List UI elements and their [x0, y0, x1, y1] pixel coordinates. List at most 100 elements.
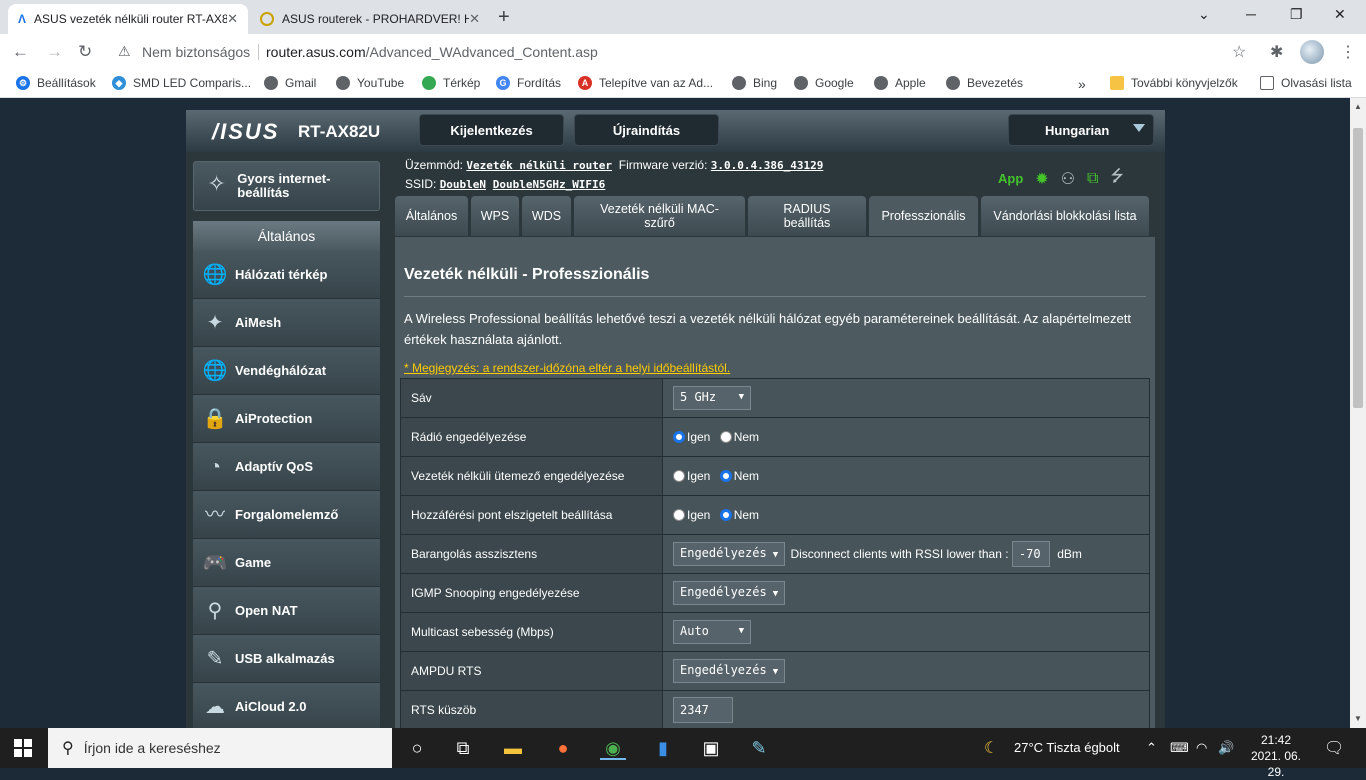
- clients-icon[interactable]: ⚇: [1061, 169, 1075, 189]
- back-icon[interactable]: ←: [12, 42, 29, 62]
- forward-icon[interactable]: →: [46, 42, 63, 62]
- scheduler-yes[interactable]: [673, 470, 685, 483]
- roaming-assistant-select[interactable]: Engedélyezés ▼: [673, 542, 786, 566]
- sidebar-item-aimesh[interactable]: ✦ AiMesh: [193, 299, 380, 347]
- weather-moon-icon[interactable]: ☾: [984, 738, 998, 758]
- firefox-icon[interactable]: ●: [550, 736, 576, 760]
- browser-tab-prohardver[interactable]: ASUS routerek - PROHARDVER! Hozzászóláso…: [250, 4, 490, 34]
- sidebar-item-game[interactable]: 🎮 Game: [193, 539, 380, 587]
- window-close-icon[interactable]: ✕: [1334, 6, 1346, 23]
- other-bookmarks[interactable]: További könyvjelzők: [1110, 76, 1238, 90]
- profile-dropdown-icon[interactable]: ⌄: [1198, 6, 1210, 23]
- sidebar-item-guest-network[interactable]: 🌐 Vendéghálózat: [193, 347, 380, 395]
- tab-general[interactable]: Általános: [395, 196, 468, 236]
- volume-icon[interactable]: 🔊: [1218, 740, 1234, 756]
- ssid-24-link[interactable]: DoubleN: [440, 178, 486, 191]
- igmp-snooping-select[interactable]: Engedélyezés ▼: [673, 581, 786, 605]
- wifi-icon[interactable]: ◠: [1196, 740, 1207, 756]
- tab-radius[interactable]: RADIUS beállítás: [748, 196, 866, 236]
- sidebar-item-network-map[interactable]: 🌐 Hálózati térkép: [193, 251, 380, 299]
- rts-threshold-input[interactable]: 2347: [673, 697, 733, 723]
- quick-internet-setup-button[interactable]: ✧ Gyors internet-beállítás: [193, 161, 380, 211]
- bookmark-beallitasok[interactable]: ⚙ Beállítások: [16, 76, 96, 90]
- warning-icon[interactable]: ⚠: [118, 43, 131, 60]
- tab-professional[interactable]: Professzionális: [869, 196, 978, 236]
- sidebar-item-aicloud[interactable]: ☁ AiCloud 2.0: [193, 683, 380, 728]
- bookmark-forditas[interactable]: G Fordítás: [496, 76, 561, 90]
- band-select[interactable]: 5 GHz ▼: [673, 386, 751, 410]
- scroll-down-icon[interactable]: ▼: [1354, 714, 1362, 723]
- sidebar-item-open-nat[interactable]: ⚲ Open NAT: [193, 587, 380, 635]
- bookmark-bing[interactable]: Bing: [732, 76, 777, 90]
- windows-start-icon[interactable]: [14, 739, 32, 757]
- tab-wds[interactable]: WDS: [522, 196, 571, 236]
- app-link[interactable]: App: [998, 171, 1023, 186]
- app-icon[interactable]: ▣: [698, 736, 724, 760]
- bookmark-adblock[interactable]: A Telepítve van az Ad...: [578, 76, 713, 90]
- close-icon[interactable]: ✕: [227, 11, 238, 27]
- bookmarks-more-button[interactable]: »: [1078, 76, 1086, 92]
- radio-enable-yes[interactable]: [673, 431, 685, 444]
- profile-avatar[interactable]: [1300, 40, 1324, 64]
- minimize-icon[interactable]: ─: [1246, 6, 1256, 22]
- scroll-thumb[interactable]: [1353, 128, 1363, 408]
- ap-isolation-no[interactable]: [719, 509, 732, 522]
- page-scrollbar[interactable]: ▲ ▼: [1350, 98, 1366, 728]
- timezone-note-link[interactable]: * Megjegyzés: a rendszer-időzóna eltér a…: [404, 361, 730, 375]
- bookmark-gmail[interactable]: Gmail: [264, 76, 316, 90]
- language-select[interactable]: Hungarian: [1008, 114, 1154, 146]
- reload-icon[interactable]: ↻: [78, 42, 92, 62]
- weather-text[interactable]: 27°C Tiszta égbolt: [1014, 740, 1120, 755]
- browser-tab-asus[interactable]: Λ ASUS vezeték nélküli router RT-AX82U -…: [8, 4, 248, 34]
- logout-button[interactable]: Kijelentkezés: [419, 114, 564, 146]
- phone-app-icon[interactable]: ▮: [650, 736, 676, 760]
- ssid-5-link[interactable]: DoubleN5GHz_WIFI6: [493, 178, 606, 191]
- taskbar-search[interactable]: ⚲ Írjon ide a kereséshez: [48, 728, 392, 768]
- file-explorer-icon[interactable]: ▬: [500, 736, 526, 760]
- bookmark-youtube[interactable]: YouTube: [336, 76, 404, 90]
- star-icon[interactable]: ☆: [1232, 42, 1246, 62]
- multicast-rate-select[interactable]: Auto ▼: [673, 620, 751, 644]
- sidebar-item-traffic-analyzer[interactable]: 〰 Forgalomelemző: [193, 491, 380, 539]
- bookmark-smd[interactable]: ◆ SMD LED Comparis...: [112, 76, 251, 90]
- ap-isolation-yes[interactable]: [673, 509, 685, 522]
- url-field[interactable]: router.asus.com/Advanced_WAdvanced_Conte…: [266, 44, 598, 60]
- cortana-icon[interactable]: ○: [404, 736, 430, 760]
- taskbar-clock[interactable]: 21:42 2021. 06. 29.: [1246, 732, 1306, 780]
- network-icon[interactable]: ⌨: [1170, 740, 1189, 756]
- maximize-icon[interactable]: ❐: [1290, 6, 1303, 23]
- mode-link[interactable]: Vezeték nélküli router: [466, 159, 612, 172]
- scheduler-no[interactable]: [719, 470, 732, 483]
- network-status-icon[interactable]: ⧉: [1087, 170, 1098, 188]
- bookmark-apple[interactable]: Apple: [874, 76, 926, 90]
- ampdu-rts-select[interactable]: Engedélyezés ▼: [673, 659, 786, 683]
- bookmark-terkep[interactable]: Térkép: [422, 76, 480, 90]
- gear-icon[interactable]: ✹: [1035, 169, 1048, 189]
- sidebar-item-aiprotection[interactable]: 🔒 AiProtection: [193, 395, 380, 443]
- sidebar-item-label: Hálózati térkép: [235, 267, 328, 282]
- reboot-button[interactable]: Újraindítás: [574, 114, 719, 146]
- usb-status-icon[interactable]: ⭍: [1110, 165, 1123, 192]
- extensions-icon[interactable]: ✱: [1270, 42, 1283, 62]
- menu-icon[interactable]: ⋮: [1340, 42, 1356, 62]
- close-icon[interactable]: ✕: [469, 11, 480, 27]
- new-tab-button[interactable]: +: [498, 6, 510, 29]
- sidebar-item-adaptive-qos[interactable]: ◔ Adaptív QoS: [193, 443, 380, 491]
- tab-wps[interactable]: WPS: [471, 196, 519, 236]
- radio-enable-no[interactable]: [719, 431, 732, 444]
- paint-icon[interactable]: ✎: [746, 736, 772, 760]
- notifications-icon[interactable]: 🗨: [1324, 738, 1344, 758]
- bookmark-bevezetes[interactable]: Bevezetés: [946, 76, 1023, 90]
- reading-list[interactable]: Olvasási lista: [1260, 76, 1352, 90]
- sidebar-item-usb-application[interactable]: ✎ USB alkalmazás: [193, 635, 380, 683]
- tab-roaming-block-list[interactable]: Vándorlási blokkolási lista: [981, 196, 1149, 236]
- chrome-icon[interactable]: ◉: [600, 736, 626, 760]
- rssi-input[interactable]: -70: [1011, 541, 1050, 567]
- scroll-up-icon[interactable]: ▲: [1354, 102, 1362, 111]
- security-label[interactable]: Nem biztonságos: [142, 44, 250, 60]
- task-view-icon[interactable]: ⧉: [450, 736, 476, 760]
- firmware-link[interactable]: 3.0.0.4.386_43129: [711, 159, 824, 172]
- tray-chevron-up-icon[interactable]: ⌃: [1146, 740, 1157, 756]
- bookmark-google[interactable]: Google: [794, 76, 854, 90]
- tab-mac-filter[interactable]: Vezeték nélküli MAC-szűrő: [574, 196, 745, 236]
